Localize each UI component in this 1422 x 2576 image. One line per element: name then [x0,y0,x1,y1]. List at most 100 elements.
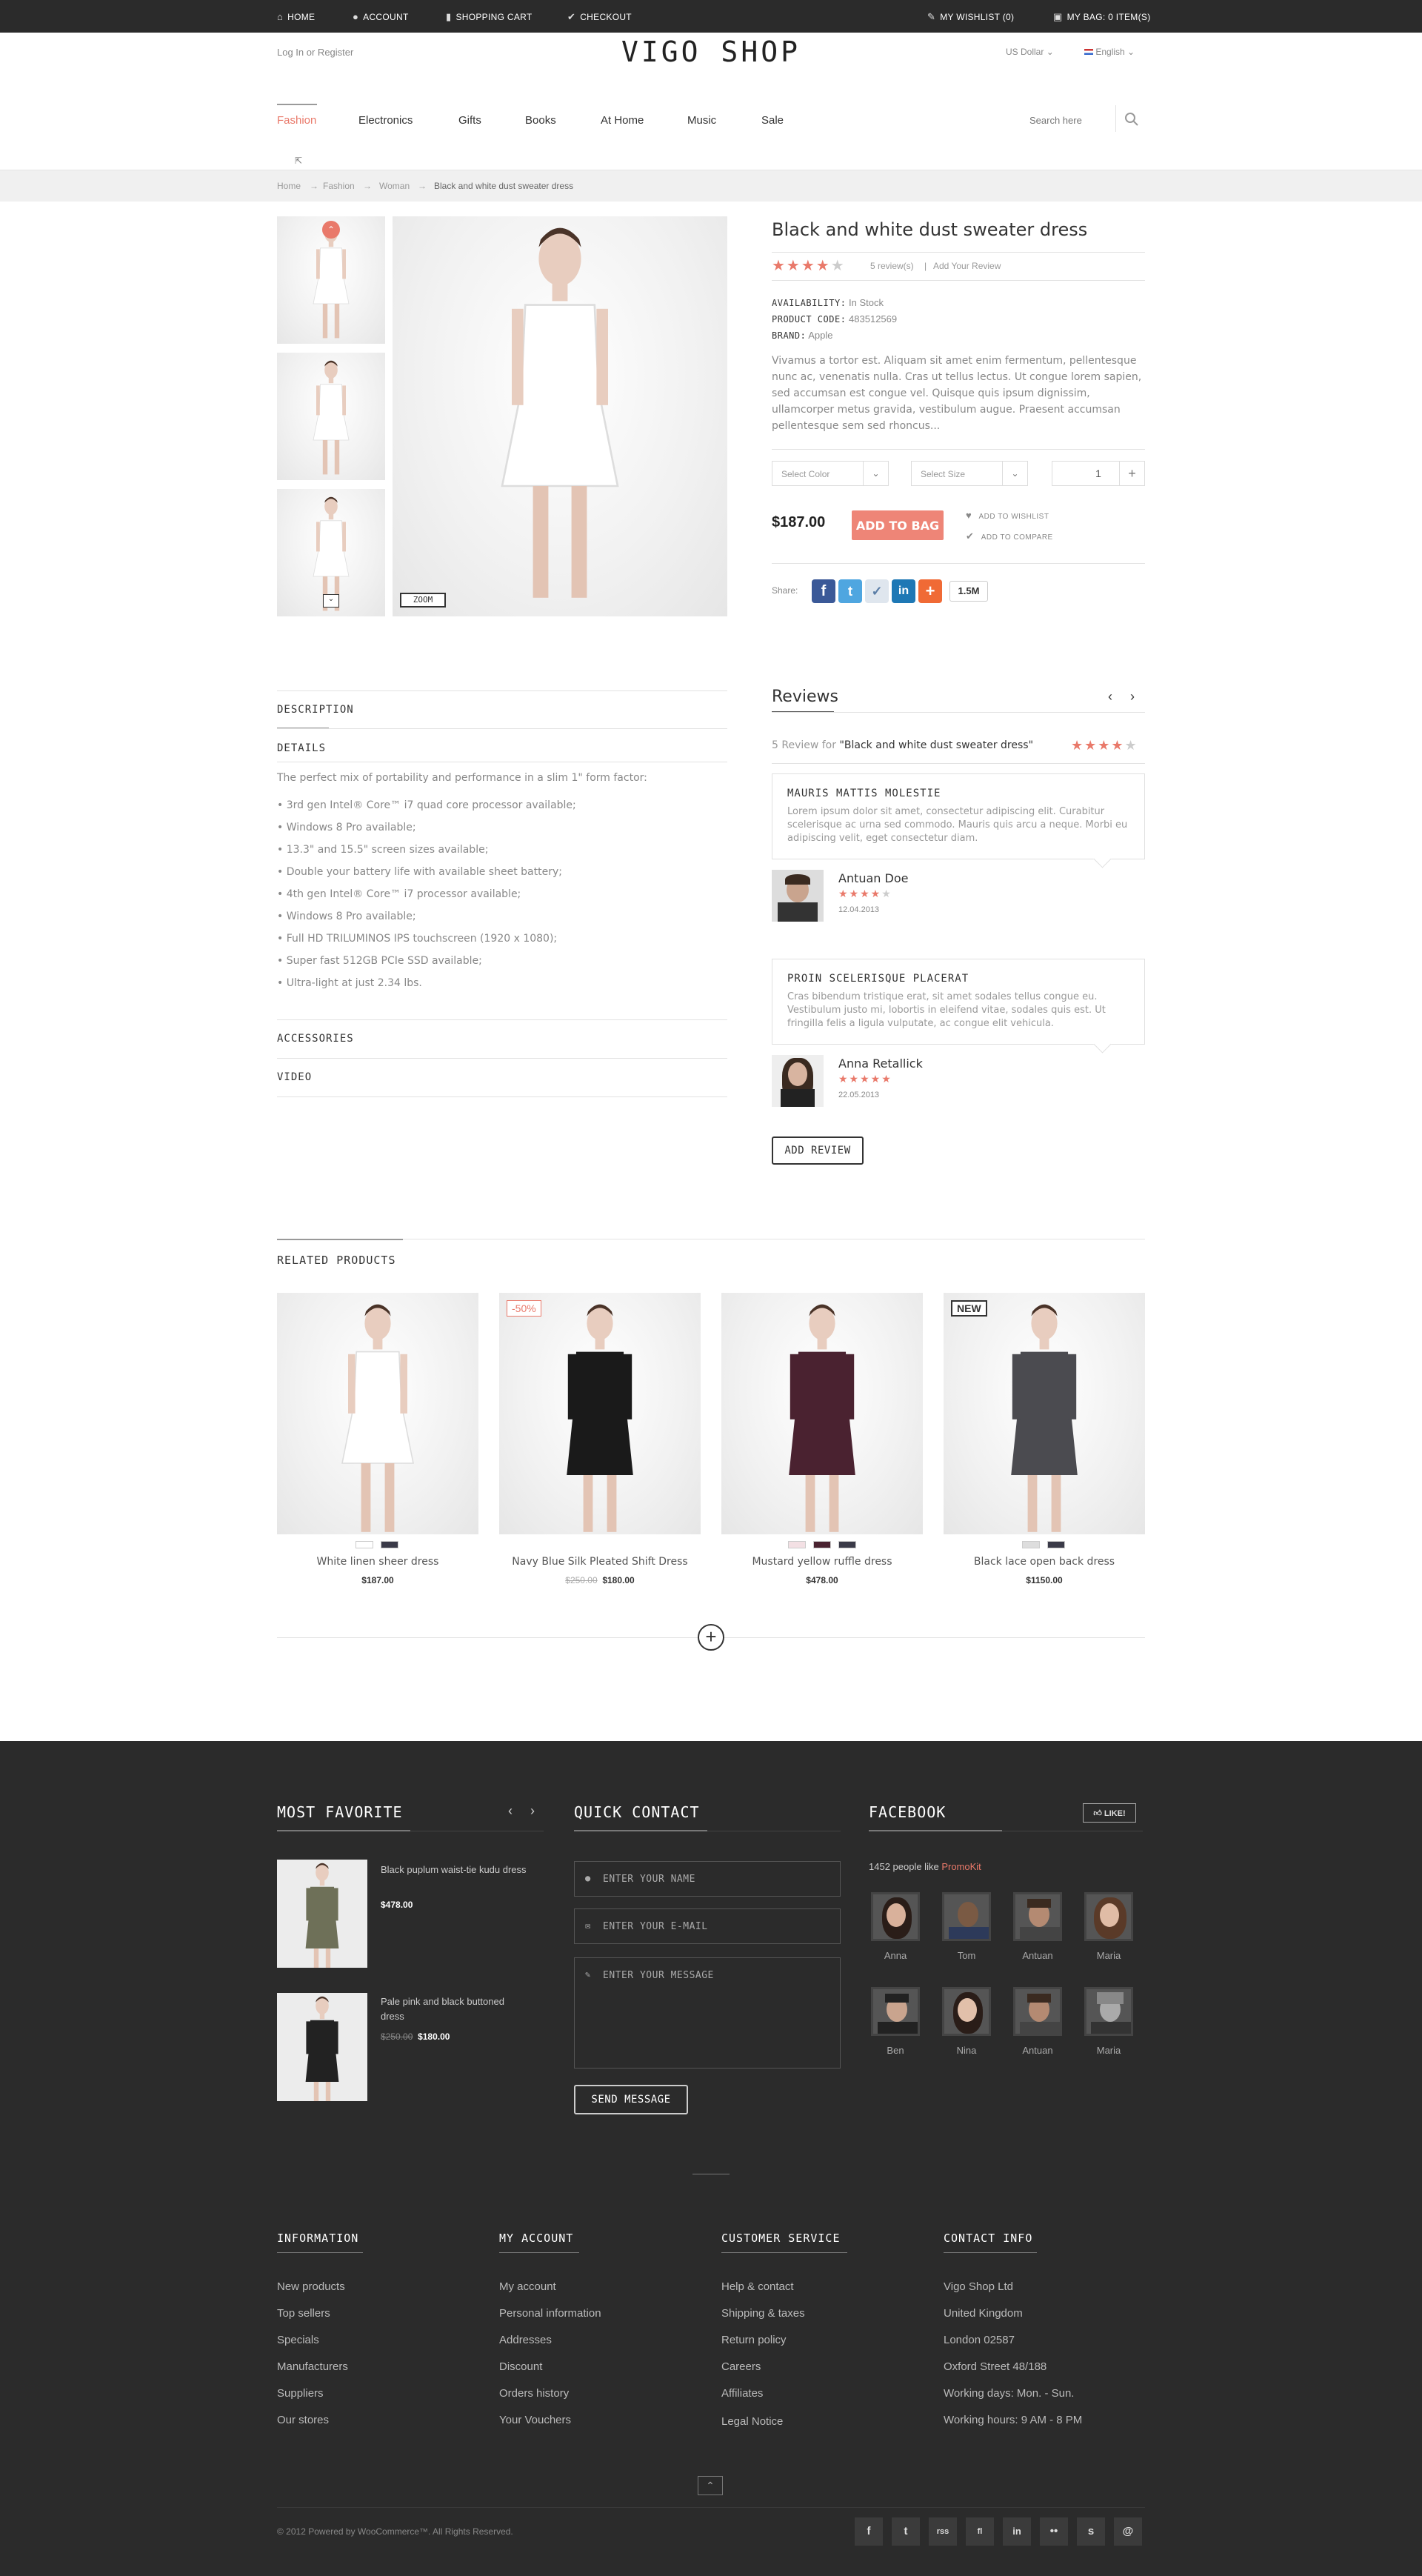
send-message-button[interactable]: SEND MESSAGE [574,2085,688,2114]
product-image[interactable] [277,1293,478,1534]
chevron-left-icon[interactable]: ‹ [1108,689,1112,705]
favorite-product-name[interactable]: Black puplum waist-tie kudu dress [381,1863,529,1877]
color-swatch[interactable] [381,1541,398,1548]
avatar[interactable] [1013,1892,1062,1941]
avatar[interactable] [942,1987,991,2036]
nav-item-gifts[interactable]: Gifts [458,114,481,127]
chevron-right-icon[interactable]: › [530,1803,535,1819]
dribbble-icon[interactable]: •• [1040,2517,1068,2546]
product-image[interactable]: NEW [944,1293,1145,1534]
breadcrumb-woman[interactable]: Woman [379,181,410,191]
footer-link-your-vouchers[interactable]: Your Vouchers [499,2414,571,2426]
footer-link-personal-information[interactable]: Personal information [499,2307,601,2320]
linkedin-share-icon[interactable]: in [892,579,915,603]
product-thumbnail[interactable]: ⌃ [277,216,385,344]
footer-link-discount[interactable]: Discount [499,2360,542,2373]
color-swatch[interactable] [813,1541,831,1548]
avatar[interactable] [942,1892,991,1941]
add-review-button[interactable]: ADD REVIEW [772,1136,864,1165]
like-button[interactable]: 👍︎ LIKE! [1083,1803,1136,1823]
product-thumbnail[interactable] [277,353,385,480]
add-to-wishlist-link[interactable]: ♥ ADD TO WISHLIST [966,510,1049,521]
favorite-product-name[interactable]: Pale pink and black buttoned dress [381,1994,529,2024]
search-input[interactable] [1029,111,1111,129]
plus-icon[interactable]: + [1119,462,1144,485]
avatar[interactable] [871,1987,920,2036]
nav-item-fashion[interactable]: Fashion [277,114,316,127]
footer-link-manufacturers[interactable]: Manufacturers [277,2360,348,2373]
footer-link-shipping-taxes[interactable]: Shipping & taxes [721,2307,805,2320]
color-swatch[interactable] [838,1541,856,1548]
nav-item-music[interactable]: Music [687,114,716,127]
footer-link-suppliers[interactable]: Suppliers [277,2387,324,2400]
topbar-account-link[interactable]: ● ACCOUNT [353,11,409,22]
topbar-home-link[interactable]: ⌂ HOME [277,11,315,22]
footer-link-return-policy[interactable]: Return policy [721,2334,787,2346]
favorite-product-image[interactable] [277,1993,367,2101]
footer-link-affiliates[interactable]: Affiliates [721,2387,763,2400]
tab-description[interactable]: DESCRIPTION [277,704,354,716]
topbar-cart-link[interactable]: ▮ SHOPPING CART [446,11,533,23]
add-your-review-link[interactable]: Add Your Review [933,261,1001,271]
footer-link-orders-history[interactable]: Orders history [499,2387,569,2400]
product-image[interactable] [721,1293,923,1534]
facebook-share-icon[interactable]: f [812,579,835,603]
footer-link-specials[interactable]: Specials [277,2334,319,2346]
avatar[interactable] [1013,1987,1062,2036]
nav-item-at-home[interactable]: At Home [601,114,644,127]
nav-item-sale[interactable]: Sale [761,114,784,127]
add-to-compare-link[interactable]: ✔ ADD TO COMPARE [966,530,1053,542]
rss-icon[interactable]: rss [929,2517,957,2546]
footer-link-top-sellers[interactable]: Top sellers [277,2307,330,2320]
color-swatch[interactable] [1047,1541,1065,1548]
avatar[interactable] [871,1892,920,1941]
color-swatch[interactable] [1022,1541,1040,1548]
size-select[interactable]: Select Size ⌄ [911,461,1028,486]
footer-link-our-stores[interactable]: Our stores [277,2414,329,2426]
nav-item-electronics[interactable]: Electronics [358,114,413,127]
footer-link-my-account[interactable]: My account [499,2280,556,2293]
skype-icon[interactable]: s [1077,2517,1105,2546]
product-thumbnail[interactable]: ⌄ [277,489,385,616]
tab-details[interactable]: DETAILS [277,742,326,754]
footer-link-addresses[interactable]: Addresses [499,2334,552,2346]
message-field[interactable]: ✎ ENTER YOUR MESSAGE [574,1957,841,2069]
chevron-down-icon[interactable]: ⌄ [323,594,339,608]
tab-video[interactable]: VIDEO [277,1071,312,1083]
back-to-top-button[interactable]: ⌃ [698,2476,723,2495]
email-field[interactable]: ✉ ENTER YOUR E-MAIL [574,1908,841,1944]
mail-share-icon[interactable]: ✓ [865,579,889,603]
footer-link-legal-notice[interactable]: Legal Notice [721,2415,783,2428]
fb-page-link[interactable]: PromoKit [941,1861,981,1872]
nav-item-books[interactable]: Books [525,114,556,127]
name-field[interactable]: ● ENTER YOUR NAME [574,1861,841,1897]
twitter-share-icon[interactable]: t [838,579,862,603]
topbar-bag-link[interactable]: ▣ MY BAG: 0 ITEM(S) [1053,11,1151,23]
twitter-icon[interactable]: t [892,2517,920,2546]
site-logo[interactable]: VIGO SHOP [0,36,1422,68]
addthis-share-icon[interactable]: + [918,579,942,603]
zoom-button[interactable]: ZOOM [400,593,446,608]
footer-link-careers[interactable]: Careers [721,2360,761,2373]
product-name[interactable]: Black lace open back dress [944,1556,1145,1568]
flickr-icon[interactable]: fl [966,2517,994,2546]
product-name[interactable]: White linen sheer dress [277,1556,478,1568]
chevron-left-icon[interactable]: ‹ [508,1803,513,1819]
search-button[interactable] [1123,110,1141,128]
chevron-up-icon[interactable]: ⌃ [322,221,340,239]
product-name[interactable]: Mustard yellow ruffle dress [721,1556,923,1568]
facebook-icon[interactable]: f [855,2517,883,2546]
color-select[interactable]: Select Color ⌄ [772,461,889,486]
breadcrumb-fashion[interactable]: Fashion [323,181,355,191]
add-to-bag-button[interactable]: ADD TO BAG [852,510,944,540]
chevron-right-icon[interactable]: › [1130,689,1135,705]
footer-link-new-products[interactable]: New products [277,2280,345,2293]
avatar[interactable] [1084,1892,1133,1941]
quantity-stepper[interactable]: 1 + [1052,461,1145,486]
email-icon[interactable]: @ [1114,2517,1142,2546]
avatar[interactable] [1084,1987,1133,2036]
color-swatch[interactable] [788,1541,806,1548]
product-image[interactable]: -50% [499,1293,701,1534]
breadcrumb-home[interactable]: Home [277,181,301,191]
tab-accessories[interactable]: ACCESSORIES [277,1033,354,1045]
